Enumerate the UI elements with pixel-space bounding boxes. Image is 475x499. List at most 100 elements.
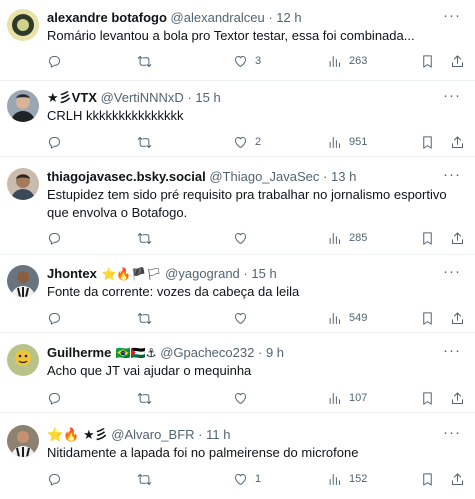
- retweet-icon: [137, 55, 152, 67]
- tweet[interactable]: thiagojavasec.bsky.social @Thiago_JavaSe…: [0, 158, 475, 255]
- like-button[interactable]: [233, 389, 255, 407]
- views-button[interactable]: 152: [327, 470, 367, 488]
- reply-button[interactable]: [47, 389, 62, 407]
- like-button[interactable]: [233, 229, 255, 247]
- display-name[interactable]: ★彡VTX: [47, 90, 97, 105]
- separator-dot: ·: [268, 10, 273, 25]
- timestamp[interactable]: 9 h: [266, 345, 284, 360]
- retweet-button[interactable]: [137, 389, 152, 407]
- more-icon[interactable]: ···: [443, 343, 461, 363]
- view-count: 549: [349, 312, 368, 324]
- views-icon: [329, 473, 340, 485]
- tweet-text: Acho que JT vai ajudar o mequinha: [47, 363, 252, 378]
- bookmark-button[interactable]: [420, 389, 435, 407]
- view-count: 951: [349, 136, 368, 148]
- views-button[interactable]: 107: [327, 389, 367, 407]
- share-button[interactable]: [450, 309, 465, 327]
- share-button[interactable]: [450, 389, 465, 407]
- like-button[interactable]: 3: [233, 52, 261, 70]
- views-icon: [329, 392, 340, 404]
- view-count: 107: [349, 392, 368, 404]
- avatar[interactable]: [7, 9, 39, 41]
- reply-button[interactable]: [47, 229, 62, 247]
- share-button[interactable]: [450, 470, 465, 488]
- avatar[interactable]: [7, 425, 39, 457]
- avatar[interactable]: [7, 265, 39, 297]
- tweet[interactable]: ★彡VTX @VertiNNNxD · 15 h ··· CRLH kkkkkk…: [0, 82, 475, 157]
- heart-icon: [235, 55, 246, 67]
- name-emojis: ⭐🔥🏴🏳: [101, 267, 162, 281]
- tweet-text: Estupidez tem sido pré requisito pra tra…: [47, 187, 447, 220]
- user-handle[interactable]: @Alvaro_BFR: [111, 427, 194, 442]
- user-handle[interactable]: @yagogrand: [165, 266, 240, 281]
- view-count: 263: [349, 55, 368, 67]
- user-handle[interactable]: @Thiago_JavaSec: [209, 169, 319, 184]
- bookmark-button[interactable]: [420, 52, 435, 70]
- tweet[interactable]: alexandre botafogo @alexandralceu · 12 h…: [0, 0, 475, 81]
- retweet-button[interactable]: [137, 470, 152, 488]
- heart-icon: [235, 312, 246, 324]
- share-icon: [452, 472, 463, 485]
- more-icon[interactable]: ···: [443, 167, 461, 187]
- tweet-header: ★彡VTX @VertiNNNxD · 15 h: [47, 89, 441, 107]
- share-button[interactable]: [450, 229, 465, 247]
- timestamp[interactable]: 11 h: [206, 427, 230, 442]
- heart-icon: [235, 473, 246, 485]
- bookmark-button[interactable]: [420, 309, 435, 327]
- timestamp[interactable]: 15 h: [251, 266, 276, 281]
- tweet[interactable]: Jhontex ⭐🔥🏴🏳 @yagogrand · 15 h ··· Fonte…: [0, 256, 475, 333]
- avatar[interactable]: [7, 344, 39, 376]
- tweet-header: ⭐🔥 ★彡 @Alvaro_BFR · 11 h: [47, 426, 441, 444]
- views-button[interactable]: 285: [327, 229, 367, 247]
- like-button[interactable]: [233, 309, 255, 327]
- timestamp[interactable]: 13 h: [331, 169, 356, 184]
- display-name[interactable]: Guilherme: [47, 345, 111, 360]
- like-button[interactable]: 2: [233, 133, 261, 151]
- user-handle[interactable]: @VertiNNNxD: [101, 90, 184, 105]
- user-handle[interactable]: @alexandralceu: [171, 10, 265, 25]
- views-button[interactable]: 951: [327, 133, 367, 151]
- separator-dot: ·: [243, 266, 248, 281]
- like-count: 1: [255, 473, 262, 485]
- share-button[interactable]: [450, 133, 465, 151]
- avatar[interactable]: [7, 90, 39, 122]
- views-button[interactable]: 549: [327, 309, 367, 327]
- heart-icon: [235, 136, 246, 148]
- tweet-header: alexandre botafogo @alexandralceu · 12 h: [47, 9, 441, 27]
- bookmark-button[interactable]: [420, 229, 435, 247]
- retweet-button[interactable]: [137, 133, 152, 151]
- tweet-actions: 3 263: [47, 52, 475, 70]
- bookmark-icon: [423, 231, 432, 245]
- tweet[interactable]: ⭐🔥 ★彡 @Alvaro_BFR · 11 h ··· Nitidamente…: [0, 414, 475, 499]
- retweet-icon: [137, 392, 152, 404]
- more-icon[interactable]: ···: [443, 88, 461, 108]
- share-button[interactable]: [450, 52, 465, 70]
- display-name[interactable]: alexandre botafogo: [47, 10, 167, 25]
- more-icon[interactable]: ···: [443, 8, 461, 28]
- timestamp[interactable]: 12 h: [276, 10, 301, 25]
- reply-button[interactable]: [47, 52, 62, 70]
- display-name[interactable]: Jhontex: [47, 266, 97, 281]
- avatar[interactable]: [7, 168, 39, 200]
- reply-button[interactable]: [47, 309, 62, 327]
- bookmark-icon: [423, 391, 432, 405]
- timestamp[interactable]: 15 h: [195, 90, 220, 105]
- display-name[interactable]: thiagojavasec.bsky.social: [47, 169, 206, 184]
- more-icon[interactable]: ···: [443, 425, 461, 445]
- views-button[interactable]: 263: [327, 52, 367, 70]
- like-button[interactable]: 1: [233, 470, 261, 488]
- reply-button[interactable]: [47, 470, 62, 488]
- user-handle[interactable]: @Gpacheco232: [160, 345, 254, 360]
- reply-button[interactable]: [47, 133, 62, 151]
- separator-dot: ·: [198, 427, 203, 442]
- bookmark-button[interactable]: [420, 133, 435, 151]
- tweet-actions: 285: [47, 229, 475, 247]
- retweet-button[interactable]: [137, 52, 152, 70]
- retweet-button[interactable]: [137, 229, 152, 247]
- more-icon[interactable]: ···: [443, 264, 461, 284]
- bookmark-button[interactable]: [420, 470, 435, 488]
- retweet-button[interactable]: [137, 309, 152, 327]
- bookmark-icon: [423, 472, 432, 486]
- tweet[interactable]: Guilherme 🇧🇷🇵🇸⚓ @Gpacheco232 · 9 h ··· A…: [0, 334, 475, 413]
- display-name[interactable]: ⭐🔥 ★彡: [47, 427, 108, 442]
